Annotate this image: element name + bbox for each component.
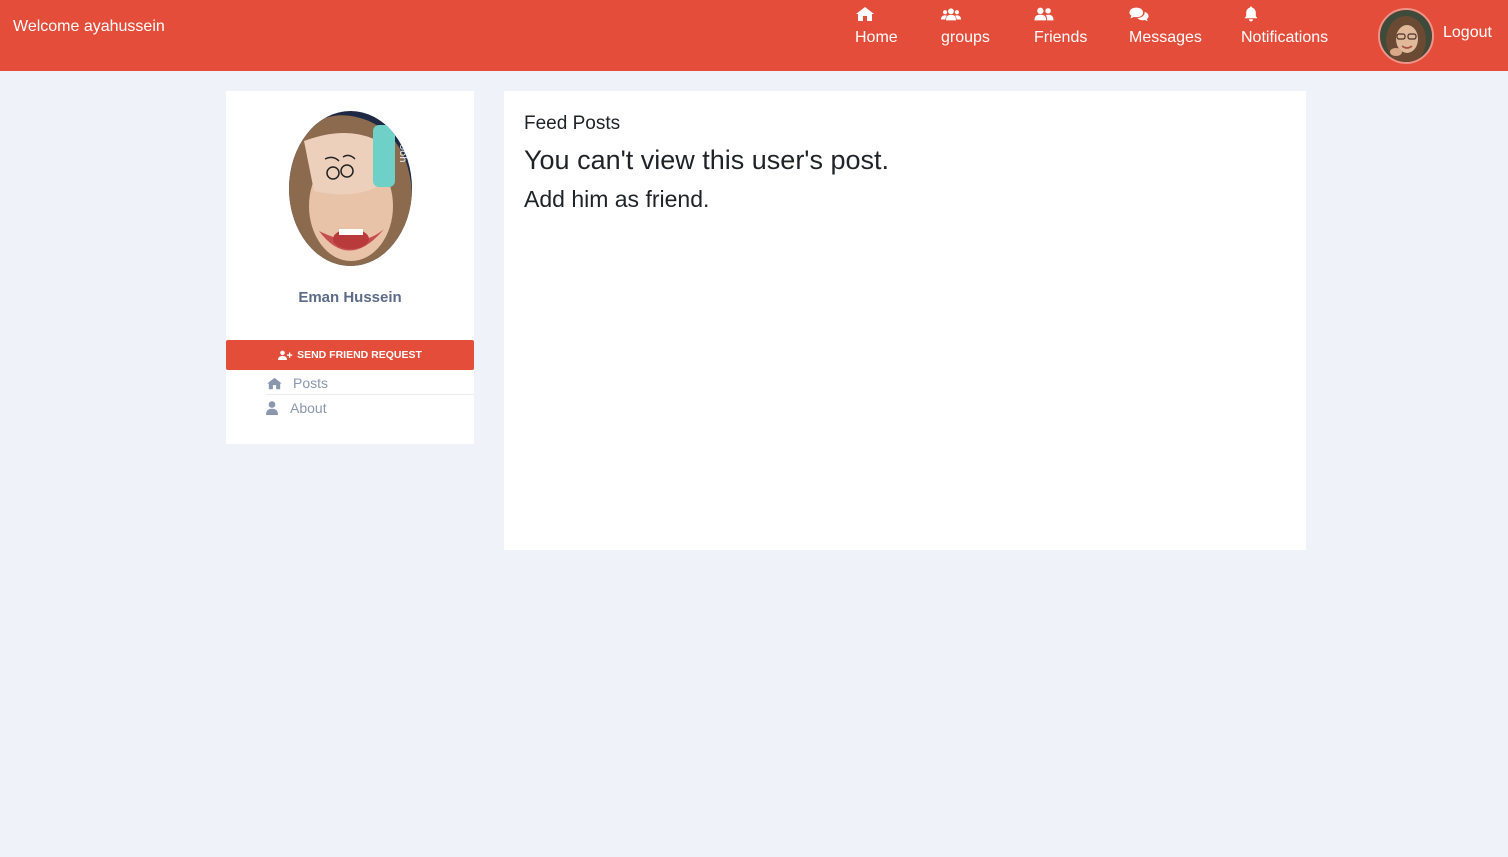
user-plus-icon [278, 350, 293, 360]
nav-notifications[interactable]: Notifications [1241, 6, 1328, 47]
sidebar-link-posts[interactable]: Posts [266, 375, 328, 391]
welcome-text: Welcome ayahussein [13, 18, 165, 35]
restricted-message: You can't view this user's post. [524, 145, 890, 175]
nav-groups-label: groups [941, 29, 990, 46]
nav-friends[interactable]: Friends [1034, 6, 1087, 47]
send-friend-request-label: SEND FRIEND REQUEST [297, 349, 422, 361]
users-icon [941, 8, 961, 21]
bell-icon [1244, 6, 1258, 22]
feed-panel: Feed Posts You can't view this user's po… [504, 91, 1306, 550]
svg-text:ooh: ooh [397, 144, 408, 163]
sidebar-link-about[interactable]: About [266, 400, 327, 416]
nav-groups[interactable]: groups [941, 6, 990, 47]
home-icon [267, 377, 282, 389]
logout-link[interactable]: Logout [1443, 24, 1492, 42]
nav-home-label: Home [855, 29, 898, 46]
user-avatar[interactable] [1378, 8, 1434, 64]
profile-name: Eman Hussein [298, 289, 402, 306]
nav-notifications-label: Notifications [1241, 29, 1329, 46]
feed-title: Feed Posts [524, 113, 621, 134]
profile-picture: ooh [289, 111, 412, 266]
nav-friends-label: Friends [1034, 29, 1088, 46]
user-icon [266, 401, 278, 415]
sidebar-link-about-label: About [290, 400, 327, 416]
nav-home[interactable]: Home [855, 6, 898, 47]
comments-icon [1129, 7, 1149, 22]
top-navbar: Welcome ayahussein Home groups Friends M… [0, 0, 1508, 71]
add-friend-hint: Add him as friend. [524, 186, 710, 212]
nav-messages[interactable]: Messages [1129, 6, 1202, 47]
home-icon [856, 7, 874, 21]
profile-sidebar: ooh Eman Hussein SEND FRIEND REQUEST Pos… [226, 91, 474, 444]
send-friend-request-button[interactable]: SEND FRIEND REQUEST [226, 340, 474, 370]
nav-messages-label: Messages [1129, 29, 1202, 46]
sidebar-link-posts-label: Posts [293, 375, 329, 391]
user-friends-icon [1034, 7, 1054, 21]
sidebar-divider [266, 394, 474, 395]
